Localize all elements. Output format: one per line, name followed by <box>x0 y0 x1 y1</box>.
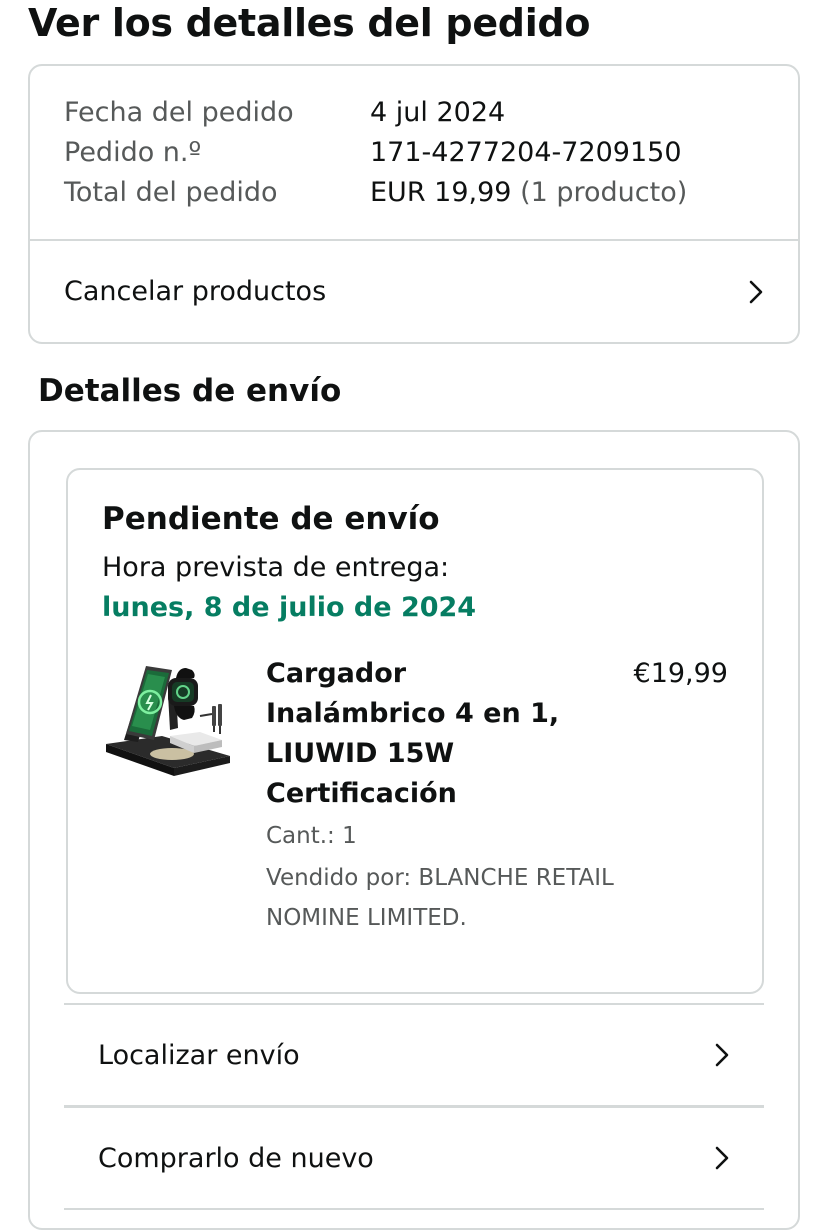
product-seller: Vendido por: BLANCHE RETAIL NOMINE LIMIT… <box>266 865 614 931</box>
chevron-right-icon <box>749 280 763 303</box>
product-image[interactable] <box>102 658 232 783</box>
track-shipment-link[interactable]: Localizar envío <box>64 1005 764 1105</box>
actions-divider-bottom <box>64 1208 764 1210</box>
chevron-right-icon <box>715 1043 729 1067</box>
order-total-value: EUR 19,99 (1 producto) <box>370 173 687 213</box>
order-total-amount: EUR 19,99 <box>370 177 512 208</box>
order-total-items: (1 producto) <box>520 177 688 208</box>
shipping-card: Pendiente de envío Hora prevista de entr… <box>28 430 800 1230</box>
product-quantity: Cant.: 1 <box>266 823 357 849</box>
page-title: Ver los detalles del pedido <box>28 1 591 45</box>
delivery-eta-label: Hora prevista de entrega: <box>102 552 450 583</box>
delivery-eta-date: lunes, 8 de julio de 2024 <box>102 592 477 623</box>
product-title-link[interactable]: Cargador Inalámbrico 4 en 1, LIUWID 15W … <box>266 654 566 814</box>
shipment-status: Pendiente de envío <box>102 501 440 537</box>
order-summary-card: Fecha del pedido Pedido n.º Total del pe… <box>28 64 800 344</box>
order-date-label: Fecha del pedido <box>64 97 294 128</box>
order-number-label: Pedido n.º <box>64 137 202 168</box>
cancel-products-label: Cancelar productos <box>64 276 327 307</box>
order-date-value: 4 jul 2024 <box>370 97 506 128</box>
buy-again-label: Comprarlo de nuevo <box>98 1142 374 1174</box>
order-info-labels: Fecha del pedido Pedido n.º Total del pe… <box>64 93 294 213</box>
shipment-card: Pendiente de envío Hora prevista de entr… <box>66 468 764 994</box>
order-total-label: Total del pedido <box>64 177 278 208</box>
order-number-value: 171-4277204-7209150 <box>370 137 682 168</box>
order-info-values: 4 jul 2024 171-4277204-7209150 EUR 19,99… <box>370 93 687 213</box>
product-price: €19,99 <box>633 658 728 689</box>
shipping-section-title: Detalles de envío <box>38 373 342 409</box>
cancel-products-link[interactable]: Cancelar productos <box>30 241 798 342</box>
chevron-right-icon <box>715 1146 729 1170</box>
buy-again-link[interactable]: Comprarlo de nuevo <box>64 1108 764 1208</box>
track-shipment-label: Localizar envío <box>98 1039 300 1071</box>
